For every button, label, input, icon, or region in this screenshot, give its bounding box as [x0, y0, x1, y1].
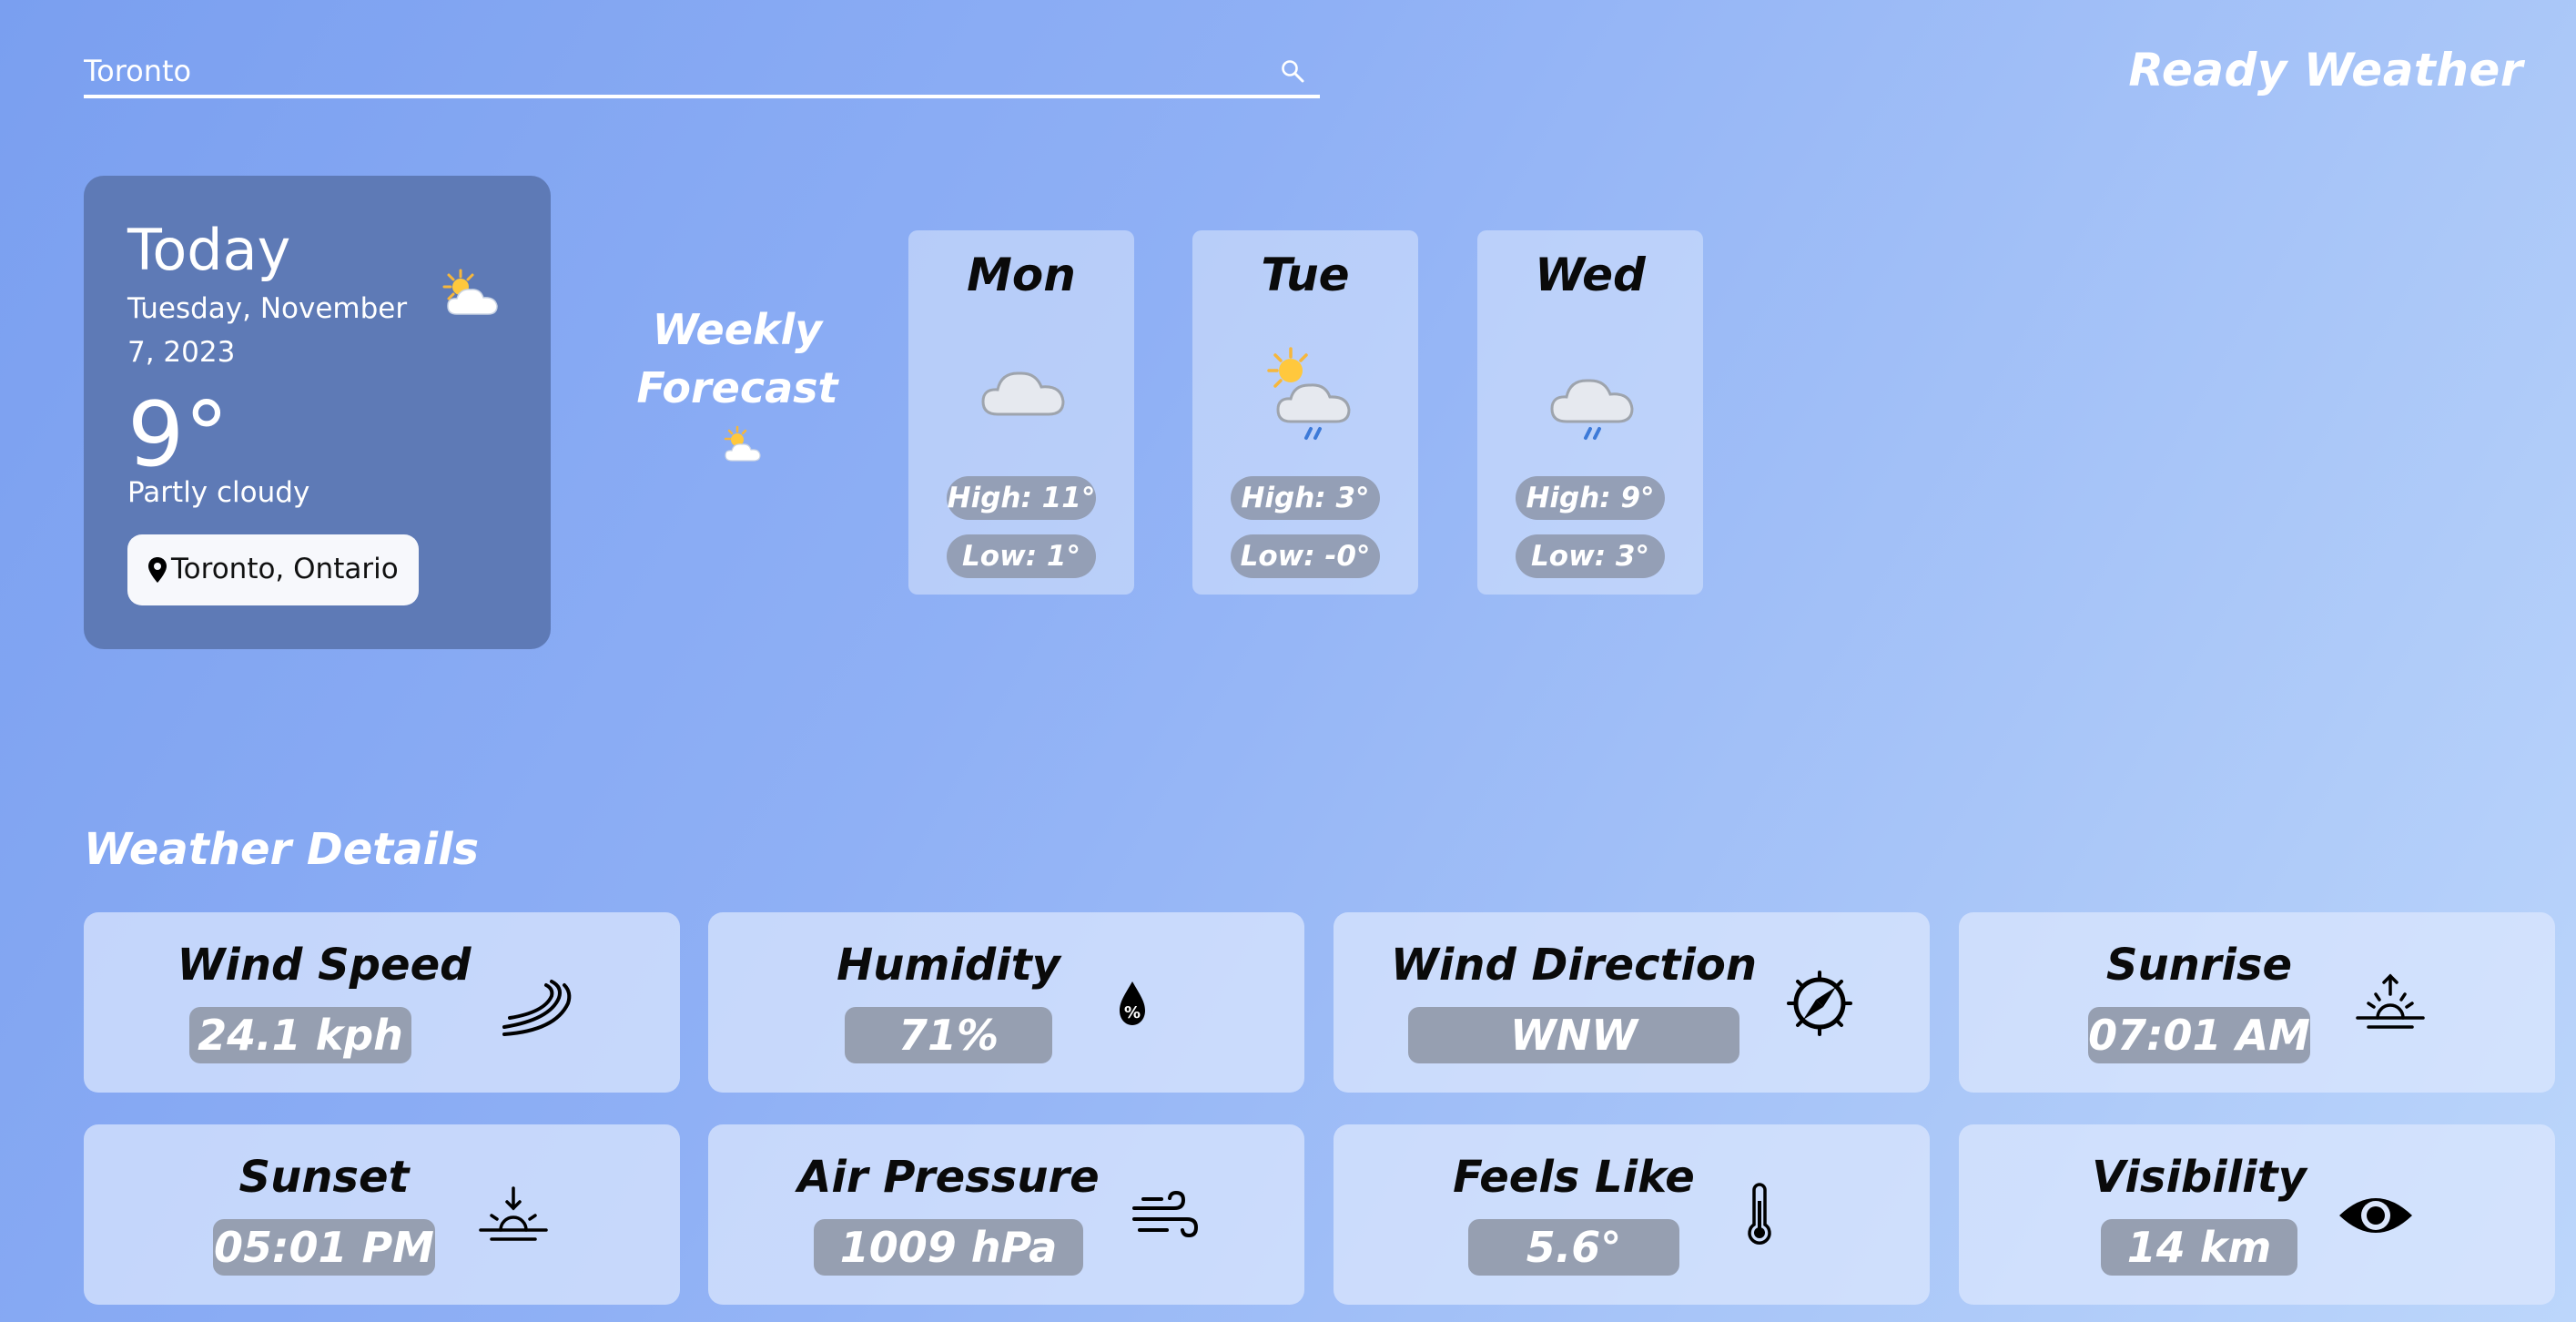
detail-card-air-pressure: Air Pressure 1009 hPa [708, 1124, 1304, 1305]
forecast-high: High: 11° [947, 476, 1096, 520]
forecast-day: Mon [967, 249, 1076, 301]
cloud-rain-icon [1550, 379, 1634, 440]
search-icon[interactable] [1280, 58, 1305, 84]
cloud-icon [981, 371, 1065, 416]
app-title: Ready Weather [2128, 44, 2523, 97]
detail-value: 14 km [2101, 1219, 2297, 1276]
detail-label: Wind Speed [177, 940, 472, 991]
air-pressure-icon [1132, 1190, 1199, 1238]
sunset-icon [479, 1186, 548, 1241]
forecast-day: Tue [1261, 249, 1350, 301]
detail-value: 5.6° [1468, 1219, 1679, 1276]
detail-card-humidity: Humidity 71% % [708, 912, 1304, 1093]
detail-label: Air Pressure [797, 1152, 1100, 1203]
search-bar[interactable] [84, 44, 1320, 98]
eye-icon [2339, 1198, 2412, 1233]
sun-behind-cloud-icon [724, 425, 761, 462]
detail-card-visibility: Visibility 14 km [1959, 1124, 2555, 1305]
detail-card-sunrise: Sunrise 07:01 AM [1959, 912, 2555, 1093]
detail-value: 71% [845, 1007, 1052, 1063]
thermometer-icon [1748, 1183, 1771, 1245]
forecast-day: Wed [1535, 249, 1646, 301]
detail-value: 1009 hPa [814, 1219, 1083, 1276]
forecast-low: Low: 1° [947, 534, 1096, 578]
forecast-high: High: 9° [1516, 476, 1665, 520]
partly-cloudy-icon [442, 269, 498, 315]
today-title: Today [127, 217, 291, 283]
compass-icon [1787, 971, 1852, 1036]
today-condition: Partly cloudy [127, 476, 310, 509]
weather-details-title: Weather Details [84, 824, 480, 875]
forecast-low: Low: 3° [1516, 534, 1665, 578]
detail-value: WNW [1408, 1007, 1739, 1063]
detail-card-wind-direction: Wind Direction WNW [1334, 912, 1930, 1093]
today-card: Today Tuesday, November 7, 2023 9° Partl… [84, 176, 551, 649]
forecast-card-wed: Wed High: 9° Low: 3° [1477, 230, 1703, 595]
today-date: Tuesday, November 7, 2023 [127, 292, 408, 369]
forecast-card-mon: Mon High: 11° Low: 1° [908, 230, 1134, 595]
svg-text:%: % [1124, 1003, 1141, 1022]
location-chip[interactable]: Toronto, Ontario [127, 534, 419, 605]
detail-value: 05:01 PM [213, 1219, 435, 1276]
detail-card-wind-speed: Wind Speed 24.1 kph [84, 912, 680, 1093]
sun-cloud-rain-icon [1267, 347, 1351, 440]
humidity-icon: % [1120, 981, 1145, 1025]
detail-value: 07:01 AM [2088, 1007, 2310, 1063]
weekly-forecast-title: Weekly Forecast [636, 305, 838, 412]
forecast-low: Low: -0° [1231, 534, 1380, 578]
sunrise-icon [2356, 973, 2425, 1029]
wind-speed-icon [502, 980, 572, 1036]
search-input[interactable] [84, 53, 1240, 89]
forecast-card-tue: Tue High: 3° Low: -0° [1192, 230, 1418, 595]
today-temperature: 9° [127, 383, 229, 487]
location-pin-icon [148, 557, 167, 583]
detail-card-feels-like: Feels Like 5.6° [1334, 1124, 1930, 1305]
detail-card-sunset: Sunset 05:01 PM [84, 1124, 680, 1305]
forecast-high: High: 3° [1231, 476, 1380, 520]
location-label: Toronto, Ontario [171, 553, 399, 585]
detail-value: 24.1 kph [189, 1007, 411, 1063]
detail-label: Wind Direction [1390, 940, 1758, 991]
